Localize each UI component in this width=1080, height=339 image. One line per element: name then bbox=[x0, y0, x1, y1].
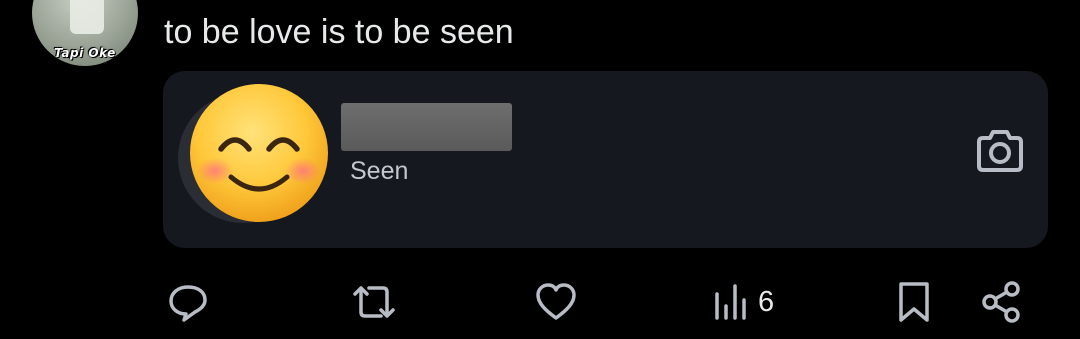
seen-status: Seen bbox=[350, 157, 409, 185]
camera-icon bbox=[977, 130, 1023, 172]
bookmark-button[interactable] bbox=[894, 277, 934, 327]
views-count: 6 bbox=[758, 285, 775, 318]
post-text: to be love is to be seen bbox=[164, 13, 514, 51]
avatar-caption: Tapi Oke bbox=[54, 46, 116, 60]
reply-button[interactable] bbox=[166, 277, 210, 327]
repost-icon bbox=[353, 286, 395, 318]
share-button[interactable] bbox=[978, 277, 1026, 327]
redacted-name bbox=[341, 103, 512, 151]
bookmark-icon bbox=[899, 282, 929, 322]
heart-icon bbox=[536, 283, 576, 320]
reply-icon bbox=[169, 285, 207, 322]
embedded-card[interactable]: Seen bbox=[163, 71, 1048, 248]
camera-button[interactable] bbox=[973, 128, 1027, 176]
smiling-face-emoji-icon bbox=[190, 84, 328, 222]
repost-button[interactable] bbox=[349, 277, 399, 327]
views-icon bbox=[715, 284, 746, 320]
views-button[interactable]: 6 bbox=[712, 277, 774, 327]
avatar[interactable]: Tapi Oke bbox=[32, 0, 138, 66]
avatar-figure bbox=[70, 0, 104, 34]
share-icon bbox=[982, 281, 1020, 323]
like-button[interactable] bbox=[533, 277, 579, 327]
